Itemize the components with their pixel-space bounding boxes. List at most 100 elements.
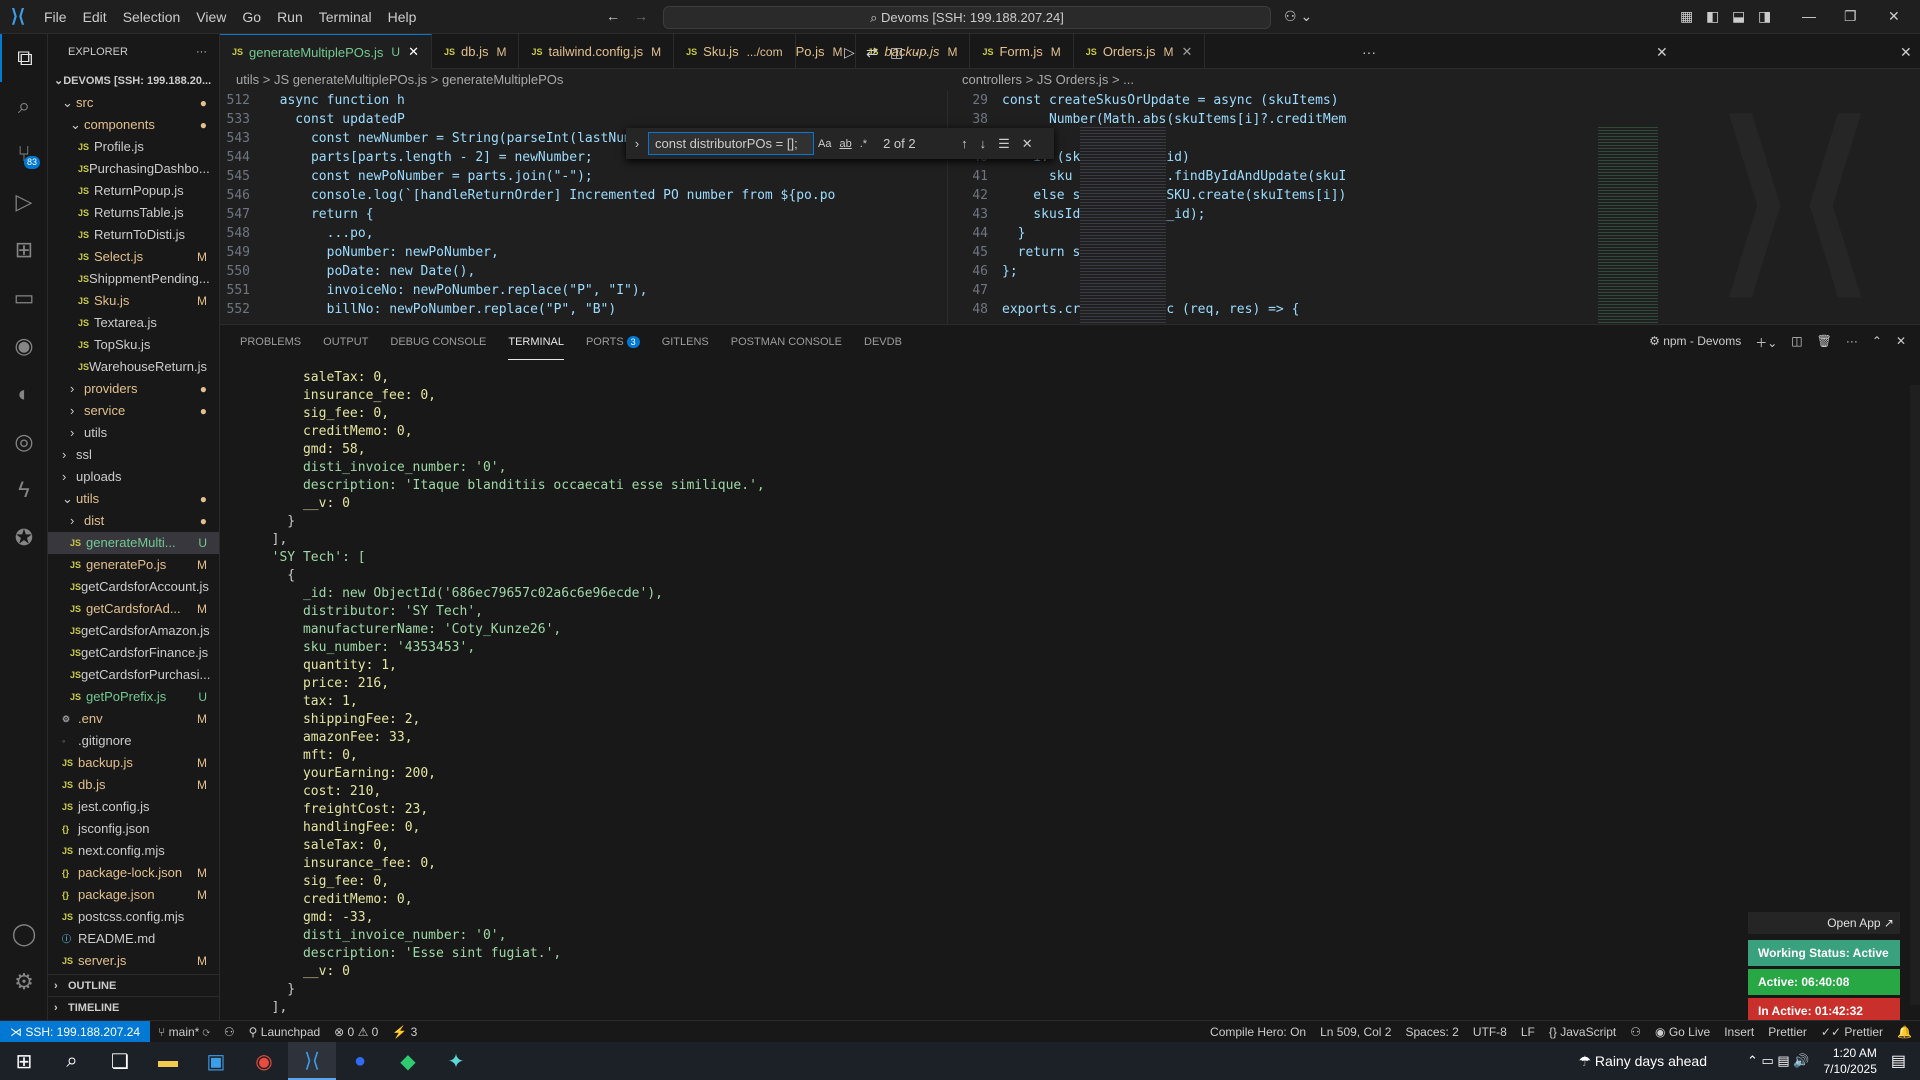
tree-file[interactable]: JS next.config.mjs	[48, 840, 219, 862]
code-line[interactable]: 38 Number(Math.abs(skuItems[i]?.creditMe…	[958, 110, 1518, 129]
insert-mode-status[interactable]: Insert	[1724, 1025, 1754, 1039]
prettier-status[interactable]: Prettier	[1768, 1025, 1807, 1039]
find-in-selection-icon[interactable]: ☰	[998, 136, 1010, 152]
tree-file[interactable]: JS WarehouseReturn.js	[48, 356, 219, 378]
code-line[interactable]: 44 }	[958, 224, 1518, 243]
menu-help[interactable]: Help	[380, 0, 425, 34]
tree-file[interactable]: JS Textarea.js	[48, 312, 219, 334]
more-actions-icon[interactable]: ···	[196, 34, 207, 70]
tree-file[interactable]: JS ReturnToDisti.js	[48, 224, 219, 246]
tree-file[interactable]: {} package-lock.json M	[48, 862, 219, 884]
toggle-replace-icon[interactable]: ›	[626, 136, 648, 151]
menu-view[interactable]: View	[188, 0, 234, 34]
split-terminal-icon[interactable]: ◫	[1791, 334, 1802, 351]
run-file-icon[interactable]: ▷	[844, 44, 855, 61]
tree-file[interactable]: JS server.js M	[48, 950, 219, 972]
tree-file[interactable]: JS Sku.js M	[48, 290, 219, 312]
tree-file[interactable]: JS TopSku.js	[48, 334, 219, 356]
vscode-taskbar-icon[interactable]: ⟩⟨	[288, 1042, 336, 1080]
code-line[interactable]: 46};	[958, 262, 1518, 281]
tree-file[interactable]: JS PurchasingDashbo...	[48, 158, 219, 180]
account-icon[interactable]: ◯	[0, 910, 48, 958]
code-line[interactable]: 533 const updatedP	[220, 110, 835, 129]
terminal-output[interactable]: saleTax: 0, insurance_fee: 0, sig_fee: 0…	[256, 369, 765, 1017]
tree-file[interactable]: JS ReturnsTable.js	[48, 202, 219, 224]
tree-folder[interactable]: ⌄ src ●	[48, 92, 219, 114]
toggle-secondary-sidebar-icon[interactable]: ◨	[1758, 8, 1771, 25]
run-debug-icon[interactable]: ▷	[0, 178, 48, 226]
tree-file[interactable]: JS Select.js M	[48, 246, 219, 268]
launchpad-button[interactable]: ⚲ Launchpad	[249, 1025, 321, 1039]
menu-go[interactable]: Go	[234, 0, 269, 34]
tree-folder[interactable]: › uploads	[48, 466, 219, 488]
new-terminal-icon[interactable]: ＋⌄	[1755, 334, 1777, 351]
crumb-more[interactable]: ...	[1123, 72, 1134, 87]
remote-explorer-icon[interactable]: ▭	[0, 274, 48, 322]
tree-file[interactable]: ⓘ README.md	[48, 928, 219, 950]
tree-file[interactable]: JS getCardsforAmazon.js	[48, 620, 219, 642]
indentation-status[interactable]: Spaces: 2	[1405, 1025, 1458, 1039]
tree-folder[interactable]: › providers ●	[48, 378, 219, 400]
code-line[interactable]: 512 async function h	[220, 91, 835, 110]
crumb-file[interactable]: JS generateMultiplePOs.js	[274, 72, 427, 87]
editor-tab[interactable]: JS Sku.js .../com	[674, 34, 796, 69]
copilot-status-icon[interactable]: ⚇	[1630, 1025, 1641, 1039]
code-line[interactable]: 47	[958, 281, 1518, 300]
right-code-editor[interactable]: 29 const createSkusOrUpdate = async (skuI…	[958, 91, 1518, 319]
code-line[interactable]: 550 poDate: new Date(),	[220, 262, 835, 281]
left-code-editor[interactable]: 512 async function h 533 const updatedP 54…	[220, 91, 836, 319]
back-arrow-icon[interactable]: ←	[606, 8, 620, 24]
explorer-icon[interactable]: ⧉	[0, 34, 48, 82]
copilot-icon[interactable]: ⚇ ⌄	[1284, 8, 1312, 25]
panel-more-icon[interactable]: ···	[1846, 334, 1858, 351]
weather-widget[interactable]: ☂ Rainy days ahead	[1578, 1053, 1707, 1070]
regex-toggle[interactable]: .*	[860, 138, 867, 150]
menu-file[interactable]: File	[36, 0, 75, 34]
previous-match-icon[interactable]: ↑	[961, 136, 968, 151]
close-tab-icon[interactable]: ✕	[1182, 44, 1193, 60]
thunder-client-icon[interactable]: ϟ	[0, 466, 48, 514]
cursor-position[interactable]: Ln 509, Col 2	[1320, 1025, 1391, 1039]
clock[interactable]: 1:20 AM 7/10/2025	[1823, 1045, 1876, 1077]
crumb-symbol[interactable]: generateMultiplePOs	[442, 72, 563, 87]
settings-gear-icon[interactable]: ⚙	[0, 958, 48, 1006]
close-panel-icon[interactable]: ✕	[1896, 334, 1906, 351]
editor-tab[interactable]: JS tailwind.config.js M	[519, 34, 675, 69]
notification-center-icon[interactable]: ▤	[1891, 1051, 1906, 1071]
tree-file[interactable]: JS ReturnPopup.js	[48, 180, 219, 202]
editor-split-divider[interactable]	[947, 91, 948, 324]
menu-edit[interactable]: Edit	[75, 0, 115, 34]
panel-tab-ports[interactable]: PORTS 3	[586, 325, 640, 360]
left-breadcrumb[interactable]: utils > JS generateMultiplePOs.js > gene…	[236, 69, 563, 91]
eol-status[interactable]: LF	[1521, 1025, 1535, 1039]
tree-file[interactable]: {} jsconfig.json	[48, 818, 219, 840]
right-breadcrumb[interactable]: controllers > JS Orders.js > ...	[962, 69, 1134, 91]
code-line[interactable]: 549 poNumber: newPoNumber,	[220, 243, 835, 262]
code-line[interactable]: 42 else sku = await SKU.create(skuItems[…	[958, 186, 1518, 205]
match-word-toggle[interactable]: ab	[839, 138, 851, 150]
tree-folder[interactable]: ⌄ components ●	[48, 114, 219, 136]
open-app-button[interactable]: Open App ↗	[1748, 912, 1900, 934]
command-center-search[interactable]: ⌕ Devoms [SSH: 199.188.207.24]	[663, 6, 1271, 29]
panel-tab-output[interactable]: OUTPUT	[323, 325, 368, 360]
tree-file[interactable]: JS db.js M	[48, 774, 219, 796]
live-share-icon[interactable]: ⚇	[224, 1025, 235, 1039]
tree-file[interactable]: JS Profile.js	[48, 136, 219, 158]
tree-file[interactable]: JS ShippmentPending...	[48, 268, 219, 290]
terminal-selector[interactable]: ⚙ npm - Devoms	[1649, 334, 1741, 351]
postman-icon[interactable]: ◐	[0, 370, 48, 418]
panel-tab-problems[interactable]: PROBLEMS	[240, 325, 301, 360]
tabs-more-icon[interactable]: ···	[1362, 44, 1376, 60]
crumb-file[interactable]: JS Orders.js	[1037, 72, 1109, 87]
tree-file[interactable]: JS getCardsforFinance.js	[48, 642, 219, 664]
code-line[interactable]: 546 console.log(`[handleReturnOrder] Inc…	[220, 186, 836, 205]
ms-store-icon[interactable]: ▣	[192, 1042, 240, 1080]
extensions-icon[interactable]: ⊞	[0, 226, 48, 274]
language-mode[interactable]: {} JavaScript	[1549, 1025, 1616, 1039]
tree-folder[interactable]: › dist ●	[48, 510, 219, 532]
workspace-root[interactable]: ⌄ DEVOMS [SSH: 199.188.20...	[48, 70, 219, 92]
menu-run[interactable]: Run	[269, 0, 311, 34]
forward-arrow-icon[interactable]: →	[634, 8, 648, 24]
python-icon[interactable]: ✪	[0, 514, 48, 562]
panel-tab-debug-console[interactable]: DEBUG CONSOLE	[390, 325, 486, 360]
